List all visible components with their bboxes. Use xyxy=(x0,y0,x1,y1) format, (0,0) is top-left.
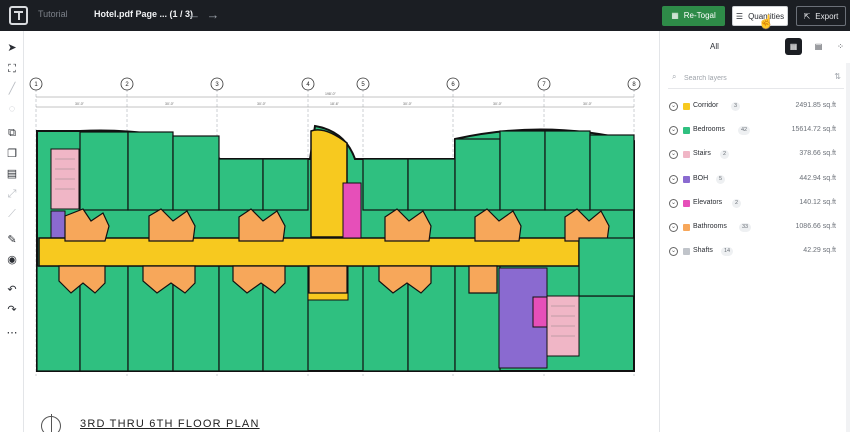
redo-icon[interactable]: ↷ xyxy=(4,302,20,318)
layer-area: 2491.85 sq.ft xyxy=(795,102,836,109)
circle-icon[interactable]: ◌ xyxy=(4,101,20,117)
left-toolbar: ➤ ⛶ ╱ ◌ ⧉ ❐ ▤ ⤢ ⟋ ✎ ◉ ↶ ↷ ⋯ xyxy=(0,31,24,432)
layer-area: 378.66 sq.ft xyxy=(799,150,836,157)
layer-row-elevators[interactable]: ⌄ Elevators 2 140.12 sq.ft xyxy=(668,195,844,213)
arrow-right-icon[interactable]: → xyxy=(205,6,221,24)
north-arrow-icon xyxy=(41,414,61,432)
layer-count-badge: 2 xyxy=(720,150,730,159)
app-logo-icon[interactable] xyxy=(9,6,28,25)
layer-count-badge: 33 xyxy=(739,223,752,232)
panel-scrollbar[interactable] xyxy=(846,63,850,432)
crop-icon[interactable]: ⛶ xyxy=(4,61,20,77)
layer-color-swatch xyxy=(683,248,690,255)
ruler-icon[interactable]: ⟋ xyxy=(4,206,20,222)
quantities-panel: All ▦ ▤ ⁘ ⌕ ⇅ ⌄ Corridor 3 2491.85 sq.ft… xyxy=(659,31,850,432)
layer-name: Elevators xyxy=(693,199,723,206)
layer-row-stairs[interactable]: ⌄ Stairs 2 378.66 sq.ft xyxy=(668,146,844,164)
panel-tabs: All ▦ ▤ ⁘ xyxy=(660,31,850,61)
pointer-icon[interactable]: ➤ xyxy=(4,40,20,56)
chevron-down-icon[interactable]: ⌄ xyxy=(669,199,678,208)
grid-view-icon[interactable]: ▦ xyxy=(785,38,802,55)
layer-count-badge: 2 xyxy=(732,199,742,208)
more-icon[interactable]: ⋯ xyxy=(4,325,20,341)
layer-name: BOH xyxy=(693,175,709,182)
hand-cursor-icon: ☝ xyxy=(758,14,775,29)
duplicate-icon[interactable]: ❐ xyxy=(4,146,20,162)
layer-color-swatch xyxy=(683,151,690,158)
target-icon[interactable]: ◉ xyxy=(4,252,20,268)
layer-count-badge: 5 xyxy=(716,175,726,184)
chevron-down-icon[interactable]: ⌄ xyxy=(669,150,678,159)
plan-canvas[interactable]: 30'-0" 30'-0" 30'-0" 18'-6" 30'-0" 30'-0" 3… xyxy=(25,31,659,432)
layer-name: Stairs xyxy=(693,150,711,157)
layer-area: 42.29 sq.ft xyxy=(803,247,836,254)
layer-count-badge: 3 xyxy=(731,102,741,111)
chevron-down-icon[interactable]: ⌄ xyxy=(669,223,678,232)
layer-name: Corridor xyxy=(693,102,719,109)
layer-row-shafts[interactable]: ⌄ Shafts 14 42.29 sq.ft xyxy=(668,243,844,261)
chevron-down-icon[interactable]: ⌄ xyxy=(669,175,678,184)
layer-count-badge: 14 xyxy=(721,247,734,256)
layer-name: Bedrooms xyxy=(693,126,725,133)
layer-area: 15614.72 sq.ft xyxy=(791,126,836,133)
floor-plan-drawing: 30'-0" 30'-0" 30'-0" 18'-6" 30'-0" 30'-0" 3… xyxy=(29,77,641,376)
file-title[interactable]: Hotel.pdf Page ... (1 / 3) xyxy=(94,9,193,19)
layer-search: ⌕ ⇅ xyxy=(668,67,844,89)
tab-all[interactable]: All xyxy=(710,42,719,51)
retogal-label: Re-Togal xyxy=(683,11,716,20)
sort-icon[interactable]: ⇅ xyxy=(834,72,841,81)
layer-area: 140.12 sq.ft xyxy=(799,199,836,206)
svg-text:30'-0": 30'-0" xyxy=(403,102,413,106)
retogal-icon: ▦ xyxy=(671,11,679,20)
svg-text:18'-6": 18'-6" xyxy=(330,102,340,106)
undo-icon[interactable]: ↶ xyxy=(4,282,20,298)
top-bar: Tutorial Hotel.pdf Page ... (1 / 3) ← → … xyxy=(0,0,850,31)
layer-color-swatch xyxy=(683,127,690,134)
search-icon: ⌕ xyxy=(672,72,677,81)
workspace-breadcrumb[interactable]: Tutorial xyxy=(38,9,68,19)
layer-row-bathrooms[interactable]: ⌄ Bathrooms 33 1086.66 sq.ft xyxy=(668,219,844,237)
export-icon: ⇱ xyxy=(803,12,811,21)
list-icon: ☰ xyxy=(735,12,744,21)
document-view-icon[interactable]: ▤ xyxy=(810,38,827,55)
stack-icon[interactable]: ▤ xyxy=(4,166,20,182)
dots-grid-icon[interactable]: ⁘ xyxy=(832,38,849,55)
chevron-down-icon[interactable]: ⌄ xyxy=(669,247,678,256)
svg-text:198'-0": 198'-0" xyxy=(325,92,337,96)
layer-color-swatch xyxy=(683,103,690,110)
layer-color-swatch xyxy=(683,224,690,231)
layer-name: Bathrooms xyxy=(693,223,727,230)
arrow-left-icon[interactable]: ← xyxy=(186,6,202,24)
plan-title: 3RD THRU 6TH FLOOR PLAN xyxy=(80,418,260,430)
layer-row-boh[interactable]: ⌄ BOH 5 442.94 sq.ft xyxy=(668,171,844,189)
layer-area: 442.94 sq.ft xyxy=(799,175,836,182)
layer-area: 1086.66 sq.ft xyxy=(795,223,836,230)
layer-name: Shafts xyxy=(693,247,713,254)
line-icon[interactable]: ╱ xyxy=(4,81,20,97)
scale-icon[interactable]: ⤢ xyxy=(4,186,20,202)
search-input[interactable] xyxy=(684,71,824,85)
layer-row-bedrooms[interactable]: ⌄ Bedrooms 42 15614.72 sq.ft xyxy=(668,122,844,140)
export-button[interactable]: ⇱ Export xyxy=(796,6,846,26)
pen-icon[interactable]: ✎ xyxy=(4,232,20,248)
chevron-down-icon[interactable]: ⌄ xyxy=(669,126,678,135)
chevron-down-icon[interactable]: ⌄ xyxy=(669,102,678,111)
layer-color-swatch xyxy=(683,200,690,207)
layer-row-corridor[interactable]: ⌄ Corridor 3 2491.85 sq.ft xyxy=(668,98,844,116)
svg-text:30'-0": 30'-0" xyxy=(583,102,593,106)
layer-count-badge: 42 xyxy=(738,126,751,135)
svg-text:30'-0": 30'-0" xyxy=(257,102,267,106)
svg-text:30'-0": 30'-0" xyxy=(75,102,85,106)
retogal-button[interactable]: ▦ Re-Togal xyxy=(662,6,725,26)
svg-text:30'-0": 30'-0" xyxy=(165,102,175,106)
copy-icon[interactable]: ⧉ xyxy=(4,125,20,141)
layer-color-swatch xyxy=(683,176,690,183)
export-label: Export xyxy=(815,12,839,21)
svg-text:30'-0": 30'-0" xyxy=(493,102,503,106)
